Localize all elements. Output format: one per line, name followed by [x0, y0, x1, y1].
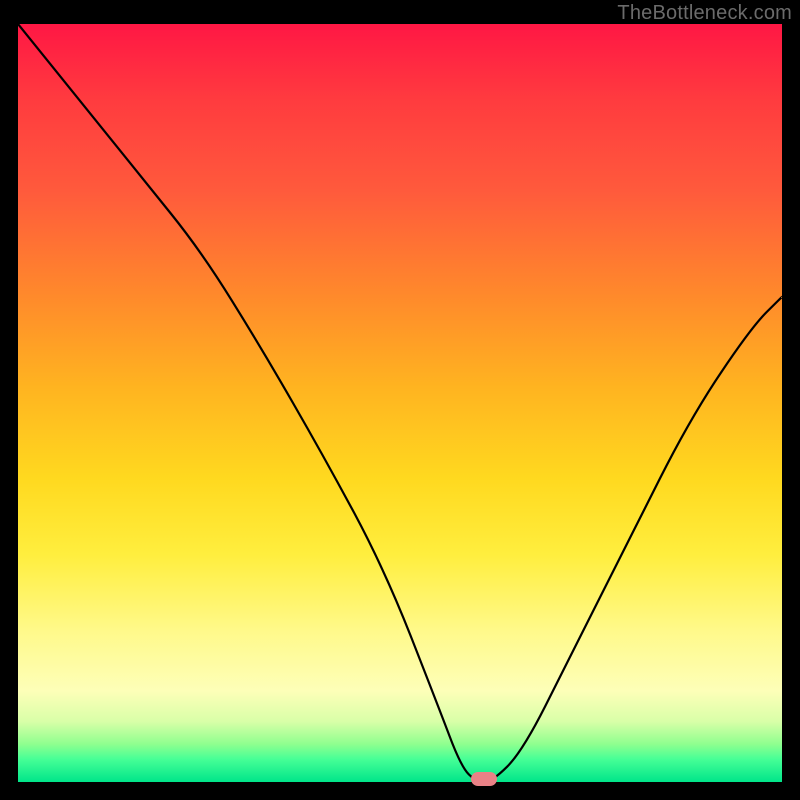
chart-frame: TheBottleneck.com [0, 0, 800, 800]
optimal-point-marker [471, 772, 497, 786]
bottleneck-curve [18, 24, 782, 782]
watermark-text: TheBottleneck.com [617, 2, 792, 25]
curve-path [18, 24, 782, 782]
plot-area [18, 24, 782, 782]
